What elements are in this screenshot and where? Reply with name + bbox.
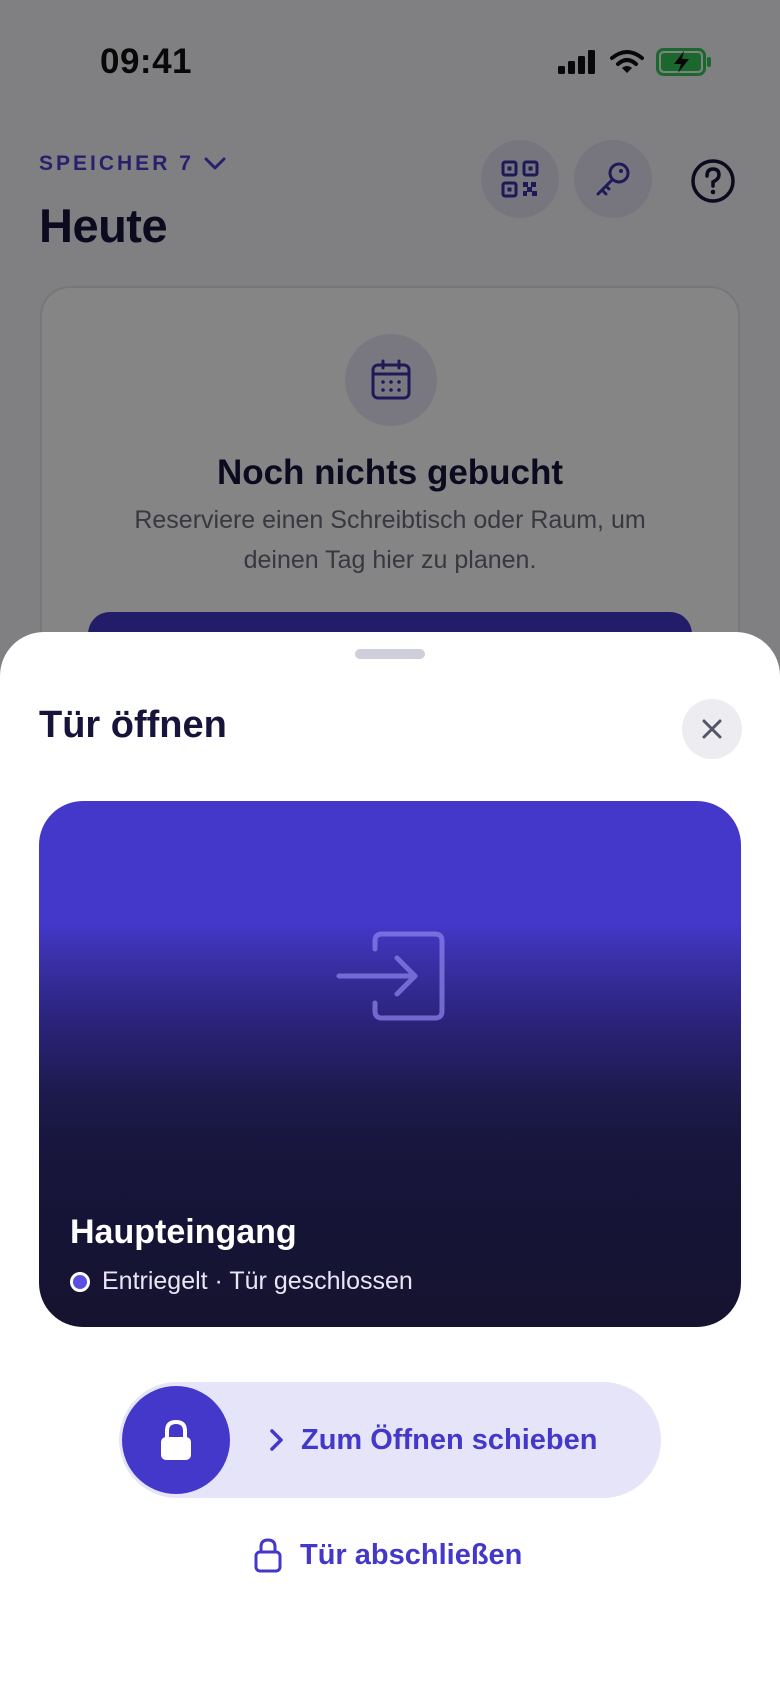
slider-label: Zum Öffnen schieben	[301, 1423, 598, 1456]
door-card: Haupteingang Entriegelt · Tür geschlosse…	[39, 801, 741, 1327]
chevron-right-icon	[270, 1429, 283, 1451]
lock-door-button[interactable]: Tür abschließen	[254, 1537, 522, 1573]
sheet-title: Tür öffnen	[39, 704, 227, 746]
status-dot	[70, 1271, 90, 1292]
slider-knob[interactable]	[122, 1386, 230, 1494]
lock-door-label: Tür abschließen	[300, 1538, 523, 1571]
open-door-sheet: Tür öffnen Haupteingang Entriegelt · Tür…	[0, 632, 780, 1696]
slider-hint: Zum Öffnen schieben	[269, 1382, 597, 1498]
door-name: Haupteingang	[70, 1213, 297, 1251]
slide-to-open-slider[interactable]: Zum Öffnen schieben	[119, 1382, 661, 1498]
enter-door-icon	[336, 931, 445, 1021]
door-status: Entriegelt · Tür geschlossen	[70, 1267, 413, 1296]
close-button[interactable]	[682, 699, 742, 759]
lock-icon	[161, 1419, 191, 1460]
door-status-text: Entriegelt · Tür geschlossen	[102, 1267, 413, 1295]
lock-outline-icon	[254, 1538, 282, 1573]
sheet-grabber[interactable]	[355, 649, 425, 659]
close-icon	[702, 719, 722, 739]
